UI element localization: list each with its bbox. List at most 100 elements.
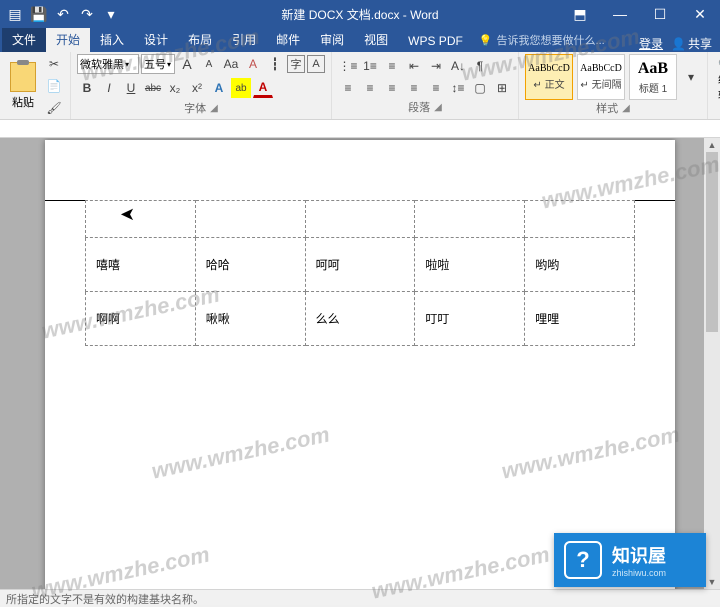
sort-button[interactable]: A↓ xyxy=(448,56,468,76)
highlight-button[interactable]: ab xyxy=(231,78,251,98)
style-name: ↵ 正文 xyxy=(533,76,564,91)
maximize-button[interactable]: ☐ xyxy=(640,0,680,28)
brand-badge: ? 知识屋 zhishiwu.com xyxy=(554,533,706,587)
numbering-button[interactable]: 1≡ xyxy=(360,56,380,76)
shrink-font-button[interactable]: A xyxy=(199,54,219,74)
table-row[interactable] xyxy=(86,201,635,238)
multilevel-button[interactable]: ≡ xyxy=(382,56,402,76)
tab-mailings[interactable]: 邮件 xyxy=(266,27,310,52)
table-cell[interactable]: 哩哩 xyxy=(525,292,635,346)
style-normal[interactable]: AaBbCcD ↵ 正文 xyxy=(525,54,573,100)
tab-wpspdf[interactable]: WPS PDF xyxy=(398,30,473,52)
table-cell[interactable]: 哟哟 xyxy=(525,238,635,292)
tab-view[interactable]: 视图 xyxy=(354,27,398,52)
phonetic-button[interactable]: ┇ xyxy=(265,54,285,74)
table-cell[interactable]: 叮叮 xyxy=(415,292,525,346)
table-row[interactable]: 啊啊 啾啾 么么 叮叮 哩哩 xyxy=(86,292,635,346)
styles-dialog-launcher[interactable]: ◢ xyxy=(622,103,630,114)
undo-icon[interactable]: ↶ xyxy=(52,3,74,25)
align-center-button[interactable]: ≡ xyxy=(360,78,380,98)
align-left-button[interactable]: ≡ xyxy=(338,78,358,98)
superscript-button[interactable]: x² xyxy=(187,78,207,98)
tab-home[interactable]: 开始 xyxy=(46,27,90,52)
align-justify-button[interactable]: ≡ xyxy=(404,78,424,98)
tab-layout[interactable]: 布局 xyxy=(178,27,222,52)
table-cell[interactable]: 啾啾 xyxy=(195,292,305,346)
word-menu-icon[interactable]: ▤ xyxy=(4,3,26,25)
align-right-button[interactable]: ≡ xyxy=(382,78,402,98)
font-dialog-launcher[interactable]: ◢ xyxy=(210,103,218,114)
borders-button[interactable]: ⊞ xyxy=(492,78,512,98)
paste-label: 粘贴 xyxy=(12,94,34,110)
text-effects-button[interactable]: A xyxy=(209,78,229,98)
font-color-button[interactable]: A xyxy=(253,78,273,98)
tab-design[interactable]: 设计 xyxy=(134,27,178,52)
char-box-button[interactable]: A xyxy=(307,55,325,73)
style-heading1[interactable]: AaB 标题 1 xyxy=(629,54,677,100)
font-size-value: 五号 xyxy=(144,56,166,72)
enclose-char-button[interactable]: 字 xyxy=(287,55,305,73)
increase-indent-button[interactable]: ⇥ xyxy=(426,56,446,76)
font-size-combo[interactable]: 五号▾ xyxy=(141,54,175,74)
document-page[interactable]: 嘻嘻 哈哈 呵呵 啦啦 哟哟 啊啊 啾啾 么么 叮叮 哩哩 xyxy=(45,140,675,589)
table-row[interactable]: 嘻嘻 哈哈 呵呵 啦啦 哟哟 xyxy=(86,238,635,292)
style-preview: AaBbCcD xyxy=(580,63,622,74)
decrease-indent-button[interactable]: ⇤ xyxy=(404,56,424,76)
underline-button[interactable]: U xyxy=(121,78,141,98)
styles-group-label: 样式 xyxy=(596,100,618,116)
style-nospacing[interactable]: AaBbCcD ↵ 无间隔 xyxy=(577,54,625,100)
document-table[interactable]: 嘻嘻 哈哈 呵呵 啦啦 哟哟 啊啊 啾啾 么么 叮叮 哩哩 xyxy=(85,200,635,346)
grow-font-button[interactable]: A xyxy=(177,54,197,74)
share-button[interactable]: 👤共享 xyxy=(671,35,712,52)
window-title: 新建 DOCX 文档.docx - Word xyxy=(281,6,438,23)
styles-more-button[interactable]: ▾ xyxy=(681,67,701,87)
tell-me-search[interactable]: 💡 告诉我您想要做什么... xyxy=(473,28,639,52)
horizontal-ruler[interactable] xyxy=(0,120,720,138)
table-cell[interactable]: 嘻嘻 xyxy=(86,238,196,292)
paste-button[interactable]: 粘贴 xyxy=(6,60,40,112)
styles-gallery[interactable]: AaBbCcD ↵ 正文 AaBbCcD ↵ 无间隔 AaB 标题 1 ▾ xyxy=(525,54,701,100)
shading-button[interactable]: ▢ xyxy=(470,78,490,98)
close-button[interactable]: ✕ xyxy=(680,0,720,28)
subscript-button[interactable]: x₂ xyxy=(165,78,185,98)
clear-format-button[interactable]: A xyxy=(243,54,263,74)
scroll-down-button[interactable]: ▼ xyxy=(704,575,720,589)
italic-button[interactable]: I xyxy=(99,78,119,98)
strike-button[interactable]: abc xyxy=(143,78,163,98)
scroll-thumb[interactable] xyxy=(706,152,718,332)
align-distributed-button[interactable]: ≡ xyxy=(426,78,446,98)
tell-me-placeholder: 告诉我您想要做什么... xyxy=(497,32,605,48)
scroll-up-button[interactable]: ▲ xyxy=(704,138,720,152)
copy-button[interactable]: 📄 xyxy=(44,76,64,96)
save-icon[interactable]: 💾 xyxy=(28,3,50,25)
paragraph-group-label: 段落 xyxy=(408,99,430,115)
minimize-button[interactable]: — xyxy=(600,0,640,28)
table-cell[interactable]: 哈哈 xyxy=(195,238,305,292)
editing-button[interactable]: 🔍 编辑 ▾ xyxy=(714,56,720,114)
redo-icon[interactable]: ↷ xyxy=(76,3,98,25)
ribbon-options-icon[interactable]: ⬒ xyxy=(560,0,600,28)
table-cell[interactable]: 呵呵 xyxy=(305,238,415,292)
bold-button[interactable]: B xyxy=(77,78,97,98)
paragraph-dialog-launcher[interactable]: ◢ xyxy=(434,102,442,113)
line-spacing-button[interactable]: ↕≡ xyxy=(448,78,468,98)
vertical-scrollbar[interactable]: ▲ ▼ xyxy=(704,138,720,589)
change-case-button[interactable]: Aa xyxy=(221,54,241,74)
table-cell[interactable]: 啦啦 xyxy=(415,238,525,292)
tab-insert[interactable]: 插入 xyxy=(90,27,134,52)
table-cell[interactable]: 啊啊 xyxy=(86,292,196,346)
qat-more-icon[interactable]: ▾ xyxy=(100,3,122,25)
table-cell[interactable]: 么么 xyxy=(305,292,415,346)
font-name-value: 微软雅黑 xyxy=(80,56,124,72)
brand-text: 知识屋 xyxy=(612,542,666,568)
login-link[interactable]: 登录 xyxy=(639,35,663,52)
tab-file[interactable]: 文件 xyxy=(2,27,46,52)
tab-review[interactable]: 审阅 xyxy=(310,27,354,52)
show-marks-button[interactable]: ¶ xyxy=(470,56,490,76)
font-name-combo[interactable]: 微软雅黑▾ xyxy=(77,54,139,74)
tab-references[interactable]: 引用 xyxy=(222,27,266,52)
format-painter-button[interactable]: 🖌 xyxy=(44,98,64,118)
bulb-icon: 💡 xyxy=(479,34,493,47)
bullets-button[interactable]: ⋮≡ xyxy=(338,56,358,76)
cut-button[interactable]: ✂ xyxy=(44,54,64,74)
